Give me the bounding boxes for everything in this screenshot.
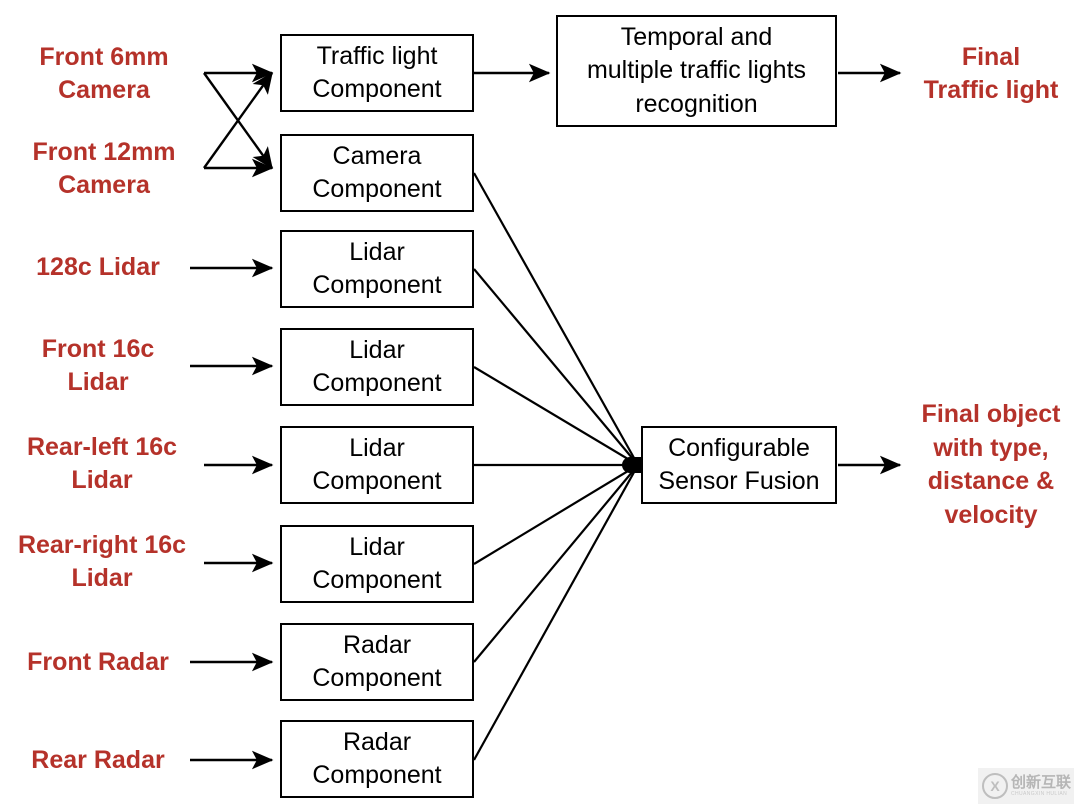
output-label-final-object: Final object with type, distance & veloc… — [921, 400, 1061, 529]
component-box-camera[interactable]: Camera Component — [280, 134, 474, 212]
watermark-logo-icon: X — [982, 773, 1008, 799]
camera-cross-connectors — [203, 63, 274, 178]
processor-box-temporal-recognition[interactable]: Temporal and multiple traffic lights rec… — [556, 15, 837, 127]
sensor-label-rear-left-16c-lidar: Rear-left 16c Lidar — [26, 432, 178, 494]
sensor-label-128c-lidar: 128c Lidar — [36, 253, 160, 282]
watermark-text-group: 创新互联 CHUANGXIN HULIAN — [1011, 775, 1071, 797]
processor-box-configurable-sensor-fusion[interactable]: Configurable Sensor Fusion — [641, 426, 837, 504]
fusion-convergence-connectors — [473, 172, 649, 761]
sensor-label-front-16c-lidar: Front 16c Lidar — [41, 334, 155, 396]
component-box-lidar-4[interactable]: Lidar Component — [280, 525, 474, 603]
component-box-radar-2[interactable]: Radar Component — [280, 720, 474, 798]
component-box-traffic-light[interactable]: Traffic light Component — [280, 34, 474, 112]
component-box-lidar-2[interactable]: Lidar Component — [280, 328, 474, 406]
component-box-radar-1[interactable]: Radar Component — [280, 623, 474, 701]
sensor-label-front-6mm-camera: Front 6mm Camera — [39, 42, 169, 104]
watermark-title: 创新互联 — [1011, 774, 1072, 791]
sensor-label-rear-radar: Rear Radar — [31, 746, 165, 775]
sensor-connectors — [190, 258, 274, 770]
sensor-label-front-radar: Front Radar — [27, 648, 169, 677]
component-box-lidar-1[interactable]: Lidar Component — [280, 230, 474, 308]
output-label-final-traffic-light: Final Traffic light — [923, 42, 1059, 105]
component-box-lidar-3[interactable]: Lidar Component — [280, 426, 474, 504]
sensor-label-rear-right-16c-lidar: Rear-right 16c Lidar — [17, 530, 187, 592]
sensor-label-front-12mm-camera: Front 12mm Camera — [32, 137, 176, 199]
watermark: X 创新互联 CHUANGXIN HULIAN — [978, 768, 1074, 804]
diagram-canvas: Front 6mm Camera Front 12mm Camera 128c … — [0, 0, 1080, 810]
watermark-subtitle: CHUANGXIN HULIAN — [1011, 791, 1068, 797]
